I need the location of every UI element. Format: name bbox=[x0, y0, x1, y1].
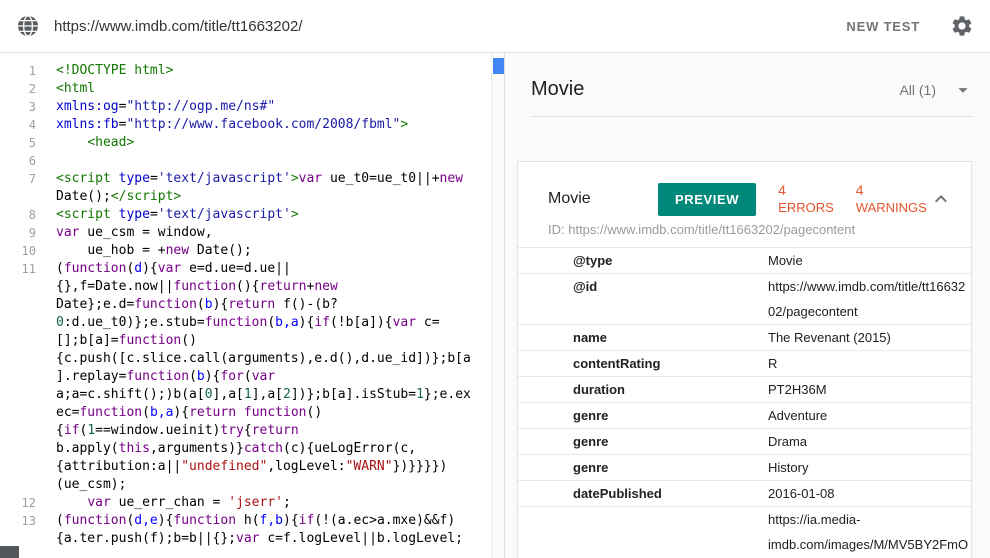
property-value: https://www.imdb.com/title/tt1663202/pag… bbox=[768, 274, 971, 324]
line-number: 9 bbox=[0, 224, 44, 242]
property-row[interactable]: datePublished2016-01-08 bbox=[518, 480, 971, 506]
property-label: @type bbox=[518, 248, 768, 273]
filter-label: All (1) bbox=[899, 82, 936, 98]
property-value: Adventure bbox=[768, 403, 971, 428]
code-line: 1<!DOCTYPE html> bbox=[0, 62, 504, 80]
code-line: 12 var ue_err_chan = 'jserr'; bbox=[0, 494, 504, 512]
property-row[interactable]: genreHistory bbox=[518, 454, 971, 480]
property-label: genre bbox=[518, 403, 768, 428]
warnings-count: 4 bbox=[856, 182, 927, 199]
results-panel: Movie All (1) Movie PREVIEW 4 ERRORS 4 W… bbox=[505, 53, 990, 558]
property-label: duration bbox=[518, 377, 768, 402]
code-horizontal-scrollbar-thumb[interactable] bbox=[0, 546, 19, 558]
errors-count-block[interactable]: 4 ERRORS bbox=[778, 182, 834, 216]
property-label: genre bbox=[518, 429, 768, 454]
code-line-text: ue_hob = +new Date(); bbox=[44, 242, 504, 260]
property-row[interactable]: genreDrama bbox=[518, 428, 971, 454]
property-value: Drama bbox=[768, 429, 971, 454]
errors-count: 4 bbox=[778, 182, 834, 199]
code-line-text bbox=[44, 152, 504, 170]
result-card: Movie PREVIEW 4 ERRORS 4 WARNINGS ID: ht… bbox=[517, 161, 972, 558]
new-test-button[interactable]: NEW TEST bbox=[846, 19, 920, 34]
code-line-text: <html bbox=[44, 80, 504, 98]
code-line-text: (function(d,e){function h(f,b){if(!(a.ec… bbox=[44, 512, 504, 548]
results-header: Movie All (1) bbox=[531, 53, 974, 117]
code-line-text: <script type='text/javascript'> bbox=[44, 206, 504, 224]
globe-icon bbox=[16, 14, 40, 38]
property-label: genre bbox=[518, 455, 768, 480]
property-label: @id bbox=[518, 274, 768, 324]
line-number: 1 bbox=[0, 62, 44, 80]
gear-icon[interactable] bbox=[950, 14, 974, 38]
property-label: name bbox=[518, 325, 768, 350]
code-line: 7<script type='text/javascript'>var ue_t… bbox=[0, 170, 504, 206]
property-label: datePublished bbox=[518, 481, 768, 506]
property-table: @typeMovie@idhttps://www.imdb.com/title/… bbox=[518, 247, 971, 558]
chevron-up-icon[interactable] bbox=[929, 187, 953, 211]
property-row[interactable]: contentRatingR bbox=[518, 350, 971, 376]
code-line: 5 <head> bbox=[0, 134, 504, 152]
card-title: Movie bbox=[548, 190, 658, 208]
property-row[interactable]: durationPT2H36M bbox=[518, 376, 971, 402]
errors-label: ERRORS bbox=[778, 199, 834, 216]
line-number: 11 bbox=[0, 260, 44, 494]
results-type-title: Movie bbox=[531, 78, 584, 101]
property-value: History bbox=[768, 455, 971, 480]
code-line: 3xmlns:og="http://ogp.me/ns#" bbox=[0, 98, 504, 116]
code-line-text: xmlns:fb="http://www.facebook.com/2008/f… bbox=[44, 116, 504, 134]
property-row[interactable]: nameThe Revenant (2015) bbox=[518, 324, 971, 350]
chevron-down-icon bbox=[952, 79, 974, 101]
preview-button[interactable]: PREVIEW bbox=[658, 183, 756, 216]
line-number: 3 bbox=[0, 98, 44, 116]
code-lines[interactable]: 1<!DOCTYPE html>2<html3xmlns:og="http://… bbox=[0, 53, 504, 548]
code-line: 2<html bbox=[0, 80, 504, 98]
property-value: The Revenant (2015) bbox=[768, 325, 971, 350]
code-line-text: <head> bbox=[44, 134, 504, 152]
property-value: Movie bbox=[768, 248, 971, 273]
property-row[interactable]: https://ia.media-imdb.com/images/M/MV5BY… bbox=[518, 506, 971, 558]
code-line-text: <script type='text/javascript'>var ue_t0… bbox=[44, 170, 504, 206]
source-code-panel: 1<!DOCTYPE html>2<html3xmlns:og="http://… bbox=[0, 53, 505, 558]
property-label bbox=[518, 507, 768, 558]
code-line-text: var ue_err_chan = 'jserr'; bbox=[44, 494, 504, 512]
property-value: https://ia.media-imdb.com/images/M/MV5BY… bbox=[768, 507, 971, 558]
code-line-text: <!DOCTYPE html> bbox=[44, 62, 504, 80]
line-number: 4 bbox=[0, 116, 44, 134]
code-line: 13(function(d,e){function h(f,b){if(!(a.… bbox=[0, 512, 504, 548]
property-value: PT2H36M bbox=[768, 377, 971, 402]
tested-url-input[interactable]: https://www.imdb.com/title/tt1663202/ bbox=[54, 18, 846, 35]
item-id-text: ID: https://www.imdb.com/title/tt1663202… bbox=[518, 216, 971, 247]
code-line: 11(function(d){var e=d.ue=d.ue||{},f=Dat… bbox=[0, 260, 504, 494]
code-line-text: xmlns:og="http://ogp.me/ns#" bbox=[44, 98, 504, 116]
code-vertical-scrollbar[interactable] bbox=[491, 53, 504, 558]
line-number: 7 bbox=[0, 170, 44, 206]
result-card-header: Movie PREVIEW 4 ERRORS 4 WARNINGS bbox=[518, 162, 971, 216]
line-number: 2 bbox=[0, 80, 44, 98]
results-filter-dropdown[interactable]: All (1) bbox=[899, 79, 974, 101]
line-number: 13 bbox=[0, 512, 44, 548]
line-number: 12 bbox=[0, 494, 44, 512]
line-number: 5 bbox=[0, 134, 44, 152]
code-line: 4xmlns:fb="http://www.facebook.com/2008/… bbox=[0, 116, 504, 134]
property-row[interactable]: @typeMovie bbox=[518, 247, 971, 273]
main-content: 1<!DOCTYPE html>2<html3xmlns:og="http://… bbox=[0, 53, 990, 558]
line-number: 6 bbox=[0, 152, 44, 170]
property-row[interactable]: @idhttps://www.imdb.com/title/tt1663202/… bbox=[518, 273, 971, 324]
code-line-text: var ue_csm = window, bbox=[44, 224, 504, 242]
code-line: 10 ue_hob = +new Date(); bbox=[0, 242, 504, 260]
property-row[interactable]: genreAdventure bbox=[518, 402, 971, 428]
property-value: R bbox=[768, 351, 971, 376]
code-scrollbar-thumb[interactable] bbox=[493, 58, 504, 74]
property-value: 2016-01-08 bbox=[768, 481, 971, 506]
topbar: https://www.imdb.com/title/tt1663202/ NE… bbox=[0, 0, 990, 53]
code-line: 9var ue_csm = window, bbox=[0, 224, 504, 242]
line-number: 10 bbox=[0, 242, 44, 260]
code-line: 6 bbox=[0, 152, 504, 170]
code-line: 8<script type='text/javascript'> bbox=[0, 206, 504, 224]
warnings-count-block[interactable]: 4 WARNINGS bbox=[856, 182, 927, 216]
code-line-text: (function(d){var e=d.ue=d.ue||{},f=Date.… bbox=[44, 260, 504, 494]
warnings-label: WARNINGS bbox=[856, 199, 927, 216]
line-number: 8 bbox=[0, 206, 44, 224]
property-label: contentRating bbox=[518, 351, 768, 376]
